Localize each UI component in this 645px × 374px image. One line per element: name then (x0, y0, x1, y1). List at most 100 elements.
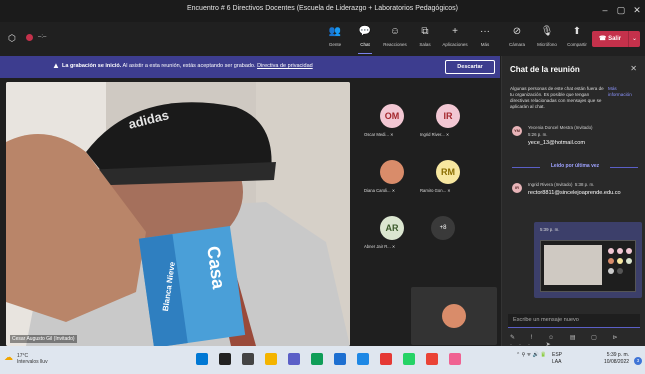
camera-off-icon: ⊘ (512, 26, 522, 37)
mic-off-icon: ✕ (388, 132, 394, 137)
read-marker: Leído por última vez (512, 163, 638, 171)
avatar: IR (436, 104, 460, 128)
taskbar-app-icon[interactable] (380, 353, 392, 365)
screenshot-video (544, 245, 602, 285)
participant-tile[interactable]: Diana Caroli... ✕ (362, 160, 422, 200)
language-indicator[interactable]: ESP LAA (552, 352, 562, 366)
taskbar-app-icon[interactable] (242, 353, 254, 365)
people-icon: 👥 (328, 26, 342, 37)
shared-screenshot[interactable] (540, 240, 636, 292)
participant-name: Oscar Medi... ✕ (364, 132, 394, 137)
system-tray[interactable]: ⌃ ⚲ ᯤ 🔊 🔋 (516, 352, 546, 358)
toolbar-label: Micrófono (537, 42, 557, 47)
privacy-policy-link[interactable]: Directiva de privacidad (257, 63, 313, 69)
more-participants-button[interactable]: +8 (431, 216, 455, 240)
toolbar-more-button[interactable]: ··· Más (470, 25, 500, 53)
rooms-icon: ⧉ (421, 26, 429, 37)
image-time: 5:39 p. m. (540, 227, 560, 232)
toolbar-people-button[interactable]: 👥 Gente (320, 25, 350, 53)
meeting-toolbar: ⬡ –:– 👥 Gente 💬 Chat ☺ Reacciones ⧉ Salas + Aplic… (0, 22, 645, 56)
leave-dropdown-button[interactable]: ⌄ (628, 31, 640, 47)
compose-toolbar[interactable]: ✎ ! ☺ ▤ ▢ ⊳ ··· ➤ (510, 334, 640, 348)
mic-off-icon: ✕ (390, 244, 396, 249)
main-video-feed: adidas Casa Blanca Nieve Cesar Augusto G… (6, 82, 350, 346)
participant-tile[interactable]: OM Oscar Medi... ✕ (362, 104, 422, 144)
participant-name: Abner Jair R... ✕ (364, 244, 396, 249)
taskbar-app-icon[interactable] (334, 353, 346, 365)
recording-indicator-icon (26, 34, 33, 41)
taskbar: ☁ 17°C Intervalos lluv ⌃ ⚲ ᯤ 🔊 🔋 ESP LAA … (0, 346, 645, 374)
leave-button[interactable]: ☎ Salir (592, 31, 628, 47)
apps-icon: + (452, 26, 458, 37)
minimize-button[interactable]: – (597, 3, 613, 17)
avatar: AR (380, 216, 404, 240)
taskbar-app-icon[interactable] (449, 353, 461, 365)
self-avatar (442, 304, 466, 328)
toolbar-label: Gente (328, 42, 342, 47)
taskbar-app-icon[interactable] (403, 353, 415, 365)
shield-icon: ⬡ (8, 33, 16, 43)
avatar: OM (380, 104, 404, 128)
taskbar-app-icon[interactable] (357, 353, 369, 365)
share-icon: ⬆ (572, 26, 582, 37)
dismiss-button[interactable]: Descartar (445, 60, 495, 74)
close-chat-button[interactable]: ✕ (630, 64, 637, 73)
toolbar-camera-off-button[interactable]: ⊘ Cámara (502, 25, 532, 53)
toolbar-reactions-button[interactable]: ☺ Reacciones (380, 25, 410, 53)
meeting-timer: –:– (38, 34, 47, 40)
self-video-tile[interactable] (411, 287, 497, 345)
toolbar-mic-off-button[interactable]: 🎙 Micrófono (532, 25, 562, 53)
taskbar-app-icon[interactable] (426, 353, 438, 365)
close-window-button[interactable]: ✕ (629, 3, 645, 17)
more-info-link[interactable]: Más información (608, 86, 640, 98)
mic-off-icon: 🎙 (540, 26, 554, 37)
taskbar-app-icon[interactable] (288, 353, 300, 365)
toolbar-apps-button[interactable]: + Aplicaciones (440, 25, 470, 53)
chat-icon: 💬 (358, 26, 372, 37)
participant-name: Ingrid River... ✕ (420, 132, 450, 137)
toolbar-rooms-button[interactable]: ⧉ Salas (410, 25, 440, 53)
start-button[interactable] (196, 353, 208, 365)
avatar: YM (512, 126, 522, 136)
toolbar-label: Chat (360, 42, 370, 47)
avatar (380, 160, 404, 184)
participant-tile[interactable]: RM Ramiro Gon... ✕ (418, 160, 478, 200)
message-body: yece_13@hotmail.com (528, 140, 585, 146)
toolbar-label: Salas (419, 42, 431, 47)
message-sender: Yecenia Doncel Mestra (Invitado) (528, 125, 593, 130)
warning-icon: ▲ (52, 61, 60, 70)
screenshot-grid (607, 247, 633, 281)
toolbar-label: Reacciones (383, 42, 407, 47)
toolbar-label: Cámara (508, 42, 525, 47)
clock[interactable]: 5:39 p. m. 10/08/2022 (604, 352, 629, 366)
image-message[interactable]: 5:39 p. m. (534, 222, 642, 298)
title-bar: Encuentro # 6 Directivos Docentes (Escue… (0, 0, 645, 22)
toolbar-chat-button[interactable]: 💬 Chat (350, 25, 380, 54)
maximize-button[interactable]: ▢ (613, 3, 629, 17)
participant-tile[interactable]: AR Abner Jair R... ✕ (362, 216, 422, 256)
toolbar-label: Más (480, 42, 490, 47)
more-icon: ··· (480, 26, 490, 37)
mic-off-icon: ✕ (444, 132, 450, 137)
recording-notice: La grabación se inició. Al asistir a est… (62, 63, 313, 69)
reactions-icon: ☺ (389, 26, 401, 37)
message-body: rector8811@sincelejoaprende.edu.co (528, 190, 621, 196)
notification-badge[interactable]: 3 (634, 357, 642, 365)
chat-title: Chat de la reunión (510, 65, 580, 74)
screenshot-grid-dots (608, 248, 632, 274)
taskbar-app-icon[interactable] (311, 353, 323, 365)
weather-desc: Intervalos lluv (17, 359, 48, 365)
recording-banner: ▲ La grabación se inició. Al asistir a e… (0, 56, 500, 78)
toolbar-share-button[interactable]: ⬆ Compartir (562, 25, 592, 53)
taskbar-app-icon[interactable] (265, 353, 277, 365)
participant-tile[interactable]: IR Ingrid River... ✕ (418, 104, 478, 144)
message-input[interactable]: Escribe un mensaje nuevo (508, 314, 640, 328)
message-sender: Ingrid Rivera (Invitado) 5:38 p. m. (528, 182, 595, 187)
mic-off-icon: ✕ (446, 188, 451, 193)
chat-panel: Chat de la reunión ✕ Algunas personas de… (501, 56, 645, 348)
avatar: RM (436, 160, 460, 184)
read-marker-line-right (610, 167, 638, 168)
toolbar-label: Aplicaciones (442, 42, 468, 47)
search-icon[interactable] (219, 353, 231, 365)
window-title: Encuentro # 6 Directivos Docentes (Escue… (186, 5, 459, 12)
